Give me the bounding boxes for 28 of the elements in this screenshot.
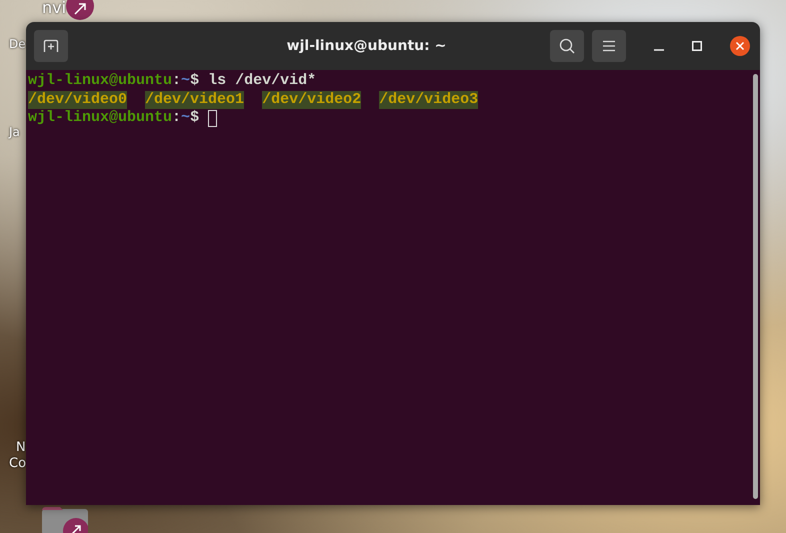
new-tab-icon — [43, 39, 59, 53]
terminal-area[interactable]: wjl-linux@ubuntu:~$ ls /dev/vid* /dev/video0 /dev/video1 /dev/video2 /dev/video3 wjl-linux@ubuntu:~$ — [26, 70, 760, 505]
prompt-separator: : — [172, 72, 182, 90]
prompt-path: ~ — [181, 72, 190, 90]
close-icon[interactable] — [730, 36, 750, 56]
prompt-symbol: $ — [190, 72, 200, 90]
folder-shortcut-icon[interactable] — [42, 505, 88, 533]
prompt-symbol: $ — [190, 109, 200, 128]
scrollbar[interactable] — [753, 74, 758, 499]
window-title: wjl-linux@ubuntu: ~ — [286, 38, 448, 54]
desktop-icon-label[interactable]: N — [16, 440, 26, 456]
maximize-icon[interactable] — [692, 41, 702, 51]
prompt-user-host: wjl-linux@ubuntu — [28, 109, 172, 128]
device-entry: /dev/video0 — [28, 90, 128, 109]
prompt-separator: : — [172, 109, 182, 128]
shortcut-arrow-icon — [66, 0, 94, 22]
search-icon — [559, 38, 575, 54]
device-entry: /dev/video3 — [379, 90, 478, 109]
prompt-path: ~ — [181, 109, 190, 128]
device-entry: /dev/video2 — [262, 90, 362, 109]
device-entry: /dev/video1 — [145, 90, 244, 109]
command-text: ls /dev/vid* — [208, 72, 316, 90]
menu-button[interactable] — [592, 30, 626, 62]
new-tab-button[interactable] — [34, 30, 68, 62]
desktop-icon-label[interactable]: Co — [9, 456, 26, 472]
search-button[interactable] — [550, 30, 584, 62]
prompt-user-host: wjl-linux@ubuntu — [28, 72, 172, 90]
menu-icon — [602, 40, 616, 52]
